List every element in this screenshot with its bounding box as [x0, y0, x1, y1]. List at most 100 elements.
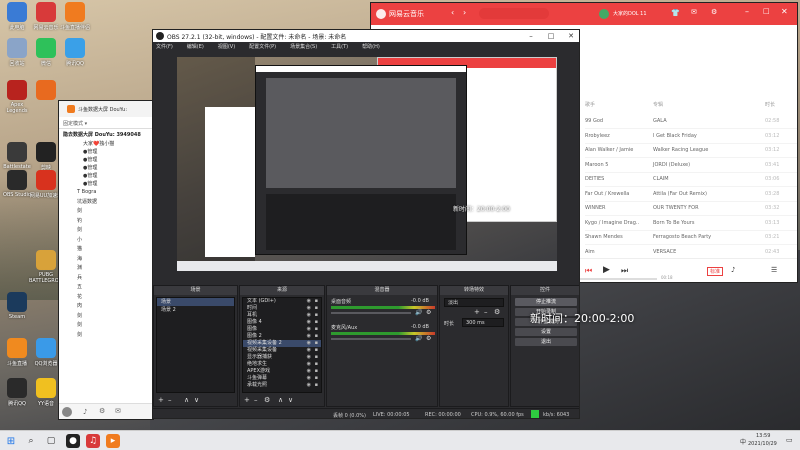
visibility-icon[interactable]: ◉ — [307, 319, 311, 326]
menu-item[interactable]: 视图(V) — [218, 43, 235, 50]
visibility-icon[interactable]: ◉ — [307, 312, 311, 319]
speaker-icon[interactable]: 🔊 — [415, 335, 422, 342]
up-icon[interactable]: ∧ — [184, 396, 189, 404]
source-item[interactable]: 承载光照 ◉ ▪ — [243, 382, 321, 389]
list-item[interactable]: 五 — [63, 283, 149, 293]
prev-icon[interactable]: ⏮ — [585, 266, 592, 276]
list-item[interactable]: 小 — [63, 236, 149, 246]
source-item[interactable]: 视频采集设备 ◉ ▪ — [243, 347, 321, 354]
playlist-icon[interactable]: ☰ — [771, 266, 777, 274]
list-item[interactable]: 肉 — [63, 302, 149, 312]
col-album[interactable]: 专辑 — [653, 101, 663, 108]
desktop-icon[interactable] — [29, 80, 63, 102]
search-icon[interactable]: ⌕ — [24, 434, 38, 448]
douyu-toolbar[interactable]: 固定模式 ▾ — [59, 117, 153, 129]
visibility-icon[interactable]: ◉ — [307, 354, 311, 361]
list-item[interactable]: 钓 — [63, 217, 149, 227]
lock-icon[interactable]: ▪ — [315, 333, 318, 340]
remove-icon[interactable]: – — [168, 396, 172, 404]
desktop-icon[interactable]: 斗鱼直播伴侣 — [58, 2, 92, 31]
list-item[interactable]: 兵 — [63, 274, 149, 284]
progress-bar[interactable] — [577, 278, 657, 280]
quality-tag[interactable]: 标准 — [707, 267, 724, 276]
add-icon[interactable]: + — [158, 396, 164, 404]
list-item[interactable]: 渊 — [63, 264, 149, 274]
lock-icon[interactable]: ▪ — [315, 305, 318, 312]
list-item[interactable]: ●管理 — [63, 148, 149, 156]
menu-item[interactable]: 帮助(H) — [362, 43, 380, 50]
control-button[interactable]: 停止推流 — [515, 298, 577, 306]
settings-icon[interactable]: ⚙ — [711, 8, 717, 16]
desktop-icon[interactable]: 腾讯QQ — [58, 38, 92, 67]
douyu-taskbar-icon[interactable]: ▸ — [106, 434, 120, 448]
tray-lang[interactable]: 中 — [740, 437, 746, 446]
down-icon[interactable]: ∨ — [288, 396, 293, 404]
user-avatar[interactable] — [599, 9, 609, 19]
lock-icon[interactable]: ▪ — [315, 326, 318, 333]
source-item[interactable]: 文本 (GDI+) ◉ ▪ — [243, 298, 321, 305]
menu-item[interactable]: 工具(T) — [331, 43, 348, 50]
visibility-icon[interactable]: ◉ — [307, 347, 311, 354]
menu-item[interactable]: 文件(F) — [156, 43, 173, 50]
minimize-icon[interactable]: – — [745, 7, 749, 16]
volume-slider[interactable] — [331, 338, 411, 340]
skin-icon[interactable]: 👕 — [671, 9, 680, 17]
list-item[interactable]: 猫 — [63, 245, 149, 255]
back-icon[interactable]: ‹ — [451, 8, 454, 17]
mail-icon[interactable]: ✉ — [691, 8, 697, 16]
visibility-icon[interactable]: ◉ — [307, 368, 311, 375]
source-item[interactable]: 图像 2 ◉ ▪ — [243, 333, 321, 340]
forward-icon[interactable]: › — [463, 8, 466, 17]
list-item[interactable]: ●管理 — [63, 156, 149, 164]
source-item[interactable]: 绝地求生 ◉ ▪ — [243, 361, 321, 368]
clock-date[interactable]: 2021/10/29 — [748, 441, 777, 447]
col-duration[interactable]: 时长 — [765, 101, 775, 108]
mic-icon[interactable]: ♪ — [83, 408, 87, 416]
obs-taskbar-icon[interactable]: ● — [66, 434, 80, 448]
transition-select[interactable]: 淡出 — [444, 298, 504, 307]
lock-icon[interactable]: ▪ — [315, 340, 318, 347]
list-item[interactable]: 大家❤️独小猫 — [63, 140, 149, 148]
control-button[interactable]: 设置 — [515, 328, 577, 336]
lock-icon[interactable]: ▪ — [315, 354, 318, 361]
settings-icon[interactable]: ⚙ — [494, 308, 500, 316]
minimize-icon[interactable]: – — [521, 30, 541, 42]
volume-icon[interactable]: ♪ — [731, 266, 735, 274]
source-item[interactable]: 视频采集设备 2 ◉ ▪ — [243, 340, 321, 347]
source-item[interactable]: 显示器捕获 ◉ ▪ — [243, 354, 321, 361]
lock-icon[interactable]: ▪ — [315, 298, 318, 305]
close-icon[interactable]: ✕ — [781, 7, 788, 16]
source-item[interactable]: 时间 ◉ ▪ — [243, 305, 321, 312]
start-icon[interactable]: ⊞ — [4, 434, 18, 448]
gift-icon[interactable]: ✉ — [115, 407, 121, 415]
lock-icon[interactable]: ▪ — [315, 319, 318, 326]
list-item[interactable]: 剑 — [63, 331, 149, 341]
list-item[interactable]: 海 — [63, 255, 149, 265]
maximize-icon[interactable]: □ — [763, 7, 770, 15]
remove-icon[interactable]: – — [484, 308, 488, 316]
duration-input[interactable]: 300 ms — [462, 318, 504, 327]
obs-preview[interactable]: 新时间：20:00-2:00 — [177, 57, 557, 271]
settings-icon[interactable]: ⚙ — [426, 335, 431, 342]
visibility-icon[interactable]: ◉ — [307, 382, 311, 389]
list-item[interactable]: ●管理 — [63, 164, 149, 172]
scene-item[interactable]: 场景 2 — [157, 306, 234, 314]
list-item[interactable]: ●管理 — [63, 180, 149, 188]
speaker-icon[interactable]: 🔊 — [415, 309, 422, 316]
task-view-icon[interactable]: ▢ — [44, 434, 58, 448]
list-item[interactable]: 花 — [63, 293, 149, 303]
visibility-icon[interactable]: ◉ — [307, 333, 311, 340]
list-item[interactable]: 剑 — [63, 321, 149, 331]
avatar[interactable] — [62, 407, 72, 417]
col-artist[interactable]: 歌手 — [585, 101, 595, 108]
desktop-icon[interactable]: Steam — [0, 292, 34, 320]
list-item[interactable]: 剑 — [63, 226, 149, 236]
list-item[interactable]: ●管理 — [63, 172, 149, 180]
source-item[interactable]: 耳机 ◉ ▪ — [243, 312, 321, 319]
settings-icon[interactable]: ⚙ — [264, 396, 270, 404]
visibility-icon[interactable]: ◉ — [307, 375, 311, 382]
list-item[interactable]: T Bogra — [63, 188, 149, 198]
remove-icon[interactable]: – — [254, 396, 258, 404]
up-icon[interactable]: ∧ — [278, 396, 283, 404]
lock-icon[interactable]: ▪ — [315, 382, 318, 389]
